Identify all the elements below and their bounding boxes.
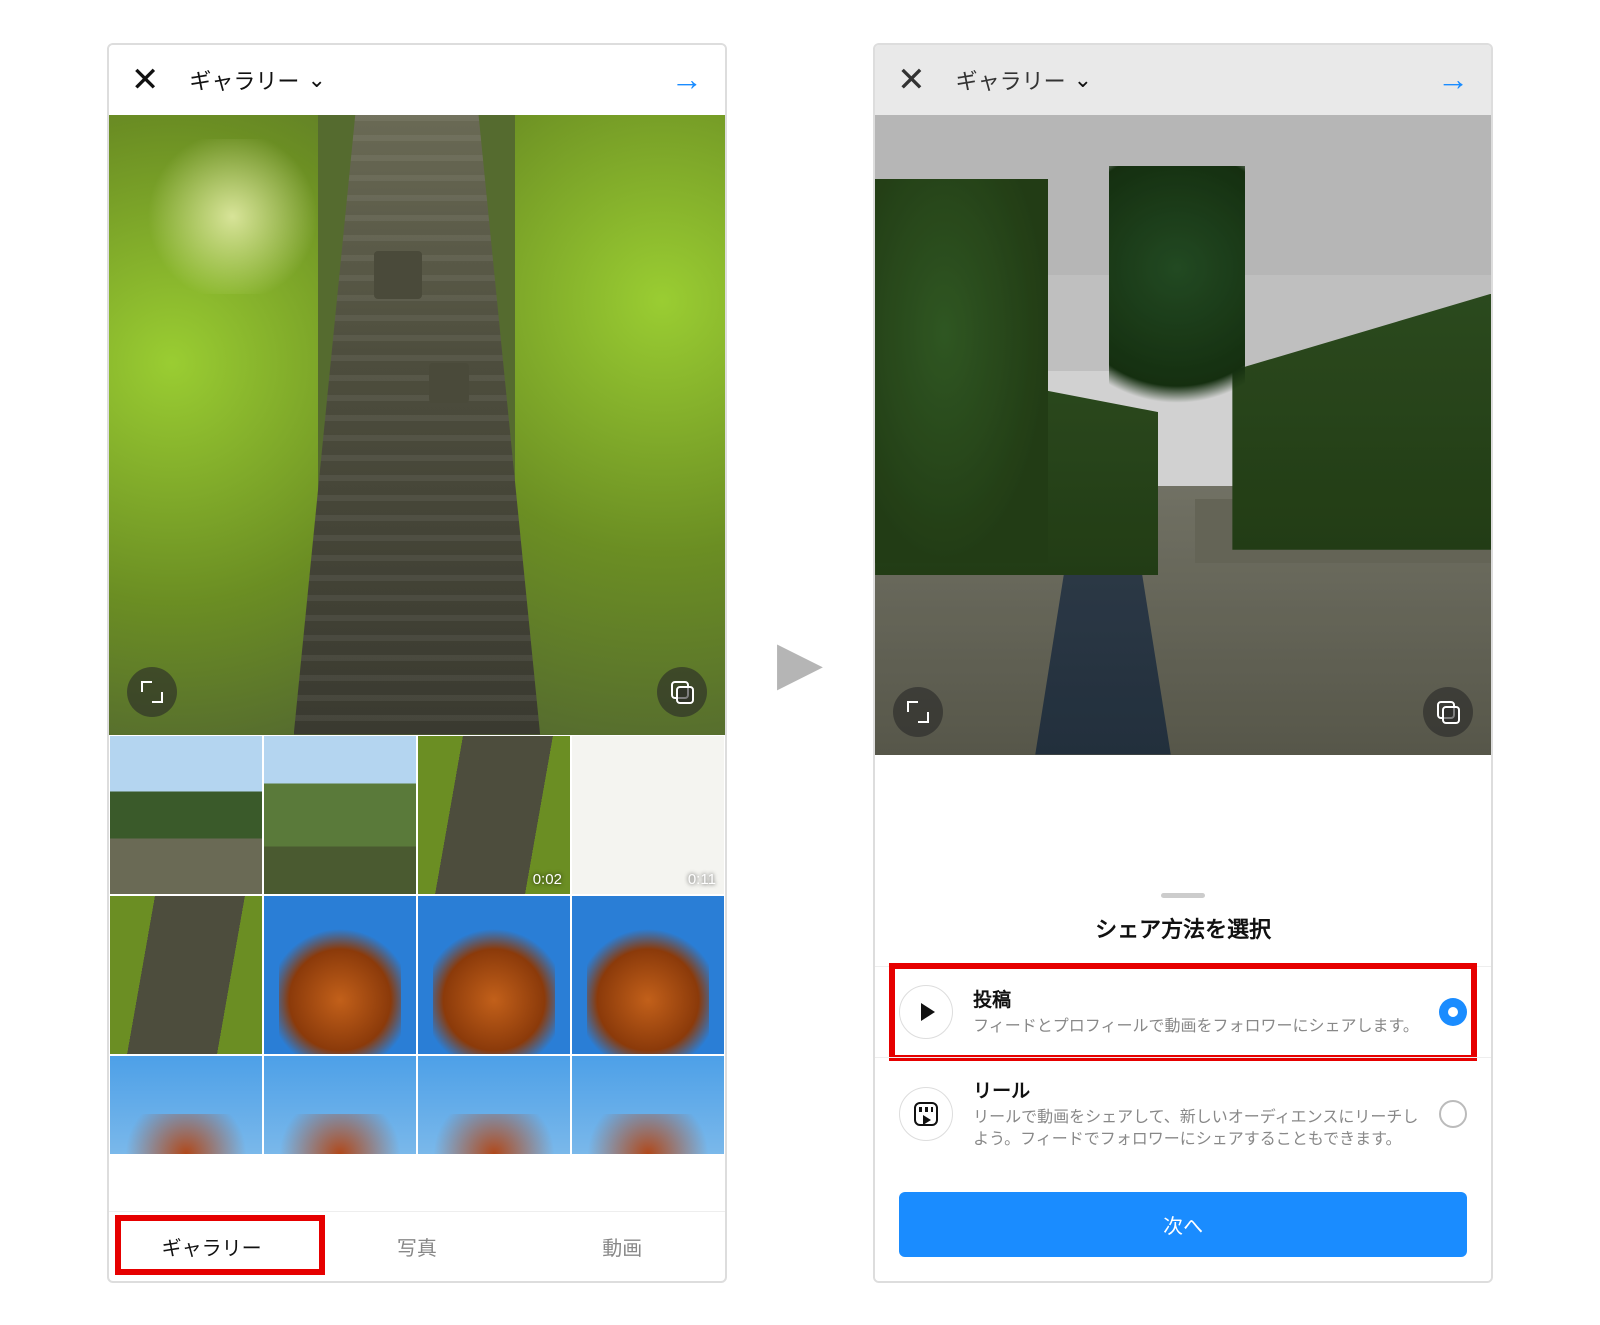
- sheet-title: シェア方法を選択: [875, 912, 1491, 944]
- option-desc: リールで動画をシェアして、新しいオーディエンスにリーチしよう。フィードでフォロワ…: [973, 1107, 1419, 1152]
- bottom-tabs: ギャラリー 写真 動画: [109, 1211, 725, 1281]
- preview-image[interactable]: [875, 115, 1491, 755]
- next-button[interactable]: 次へ: [899, 1192, 1467, 1257]
- multi-select-icon[interactable]: [657, 667, 707, 717]
- right-phone: ✕ ギャラリー ⌄ →: [873, 43, 1493, 1283]
- gallery-dropdown[interactable]: ギャラリー ⌄: [956, 64, 1092, 96]
- thumbnail[interactable]: [109, 1055, 263, 1155]
- close-icon[interactable]: ✕: [131, 63, 160, 97]
- next-arrow-icon[interactable]: →: [671, 61, 703, 98]
- thumbnail[interactable]: [263, 735, 417, 895]
- sheet-handle[interactable]: [1161, 893, 1205, 898]
- option-reel[interactable]: リール リールで動画をシェアして、新しいオーディエンスにリーチしよう。フィードで…: [875, 1057, 1491, 1170]
- share-sheet: シェア方法を選択 投稿 フィードとプロフィールで動画をフォロワーにシェアします。…: [875, 875, 1491, 1281]
- topbar-title: ギャラリー: [189, 64, 299, 96]
- thumbnail[interactable]: [263, 895, 417, 1055]
- topbar: ✕ ギャラリー ⌄ →: [875, 45, 1491, 115]
- thumbnail[interactable]: [417, 1055, 571, 1155]
- thumbnail[interactable]: 0:02: [417, 735, 571, 895]
- reel-icon: [899, 1087, 953, 1141]
- preview-image[interactable]: [109, 115, 725, 735]
- multi-select-icon[interactable]: [1423, 687, 1473, 737]
- next-arrow-icon[interactable]: →: [1437, 61, 1469, 98]
- radio-selected[interactable]: [1439, 998, 1467, 1026]
- chevron-down-icon: ⌄: [307, 67, 325, 93]
- expand-icon[interactable]: [127, 667, 177, 717]
- gallery-dropdown[interactable]: ギャラリー ⌄: [189, 64, 325, 96]
- thumbnail[interactable]: [571, 1055, 725, 1155]
- video-duration: 0:02: [533, 871, 562, 888]
- option-post[interactable]: 投稿 フィードとプロフィールで動画をフォロワーにシェアします。: [875, 966, 1491, 1057]
- flow-arrow-icon: ▶: [777, 628, 823, 698]
- chevron-down-icon: ⌄: [1074, 67, 1092, 93]
- radio-unselected[interactable]: [1439, 1100, 1467, 1128]
- thumbnail[interactable]: [109, 895, 263, 1055]
- expand-icon[interactable]: [893, 687, 943, 737]
- play-icon: [899, 985, 953, 1039]
- option-desc: フィードとプロフィールで動画をフォロワーにシェアします。: [973, 1016, 1419, 1038]
- topbar-title: ギャラリー: [956, 64, 1066, 96]
- option-title: 投稿: [973, 985, 1419, 1012]
- thumbnail[interactable]: 0:11: [571, 735, 725, 895]
- tab-gallery[interactable]: ギャラリー: [109, 1212, 314, 1281]
- thumbnail-grid: 0:02 0:11: [109, 735, 725, 1211]
- left-phone: ✕ ギャラリー ⌄ →: [107, 43, 727, 1283]
- thumbnail[interactable]: [109, 735, 263, 895]
- thumbnail[interactable]: [417, 895, 571, 1055]
- option-title: リール: [973, 1076, 1419, 1103]
- tab-photos[interactable]: 写真: [314, 1212, 519, 1281]
- thumbnail[interactable]: [571, 895, 725, 1055]
- tab-videos[interactable]: 動画: [520, 1212, 725, 1281]
- topbar: ✕ ギャラリー ⌄ →: [109, 45, 725, 115]
- thumbnail[interactable]: [263, 1055, 417, 1155]
- close-icon[interactable]: ✕: [897, 63, 926, 97]
- video-duration: 0:11: [688, 871, 716, 888]
